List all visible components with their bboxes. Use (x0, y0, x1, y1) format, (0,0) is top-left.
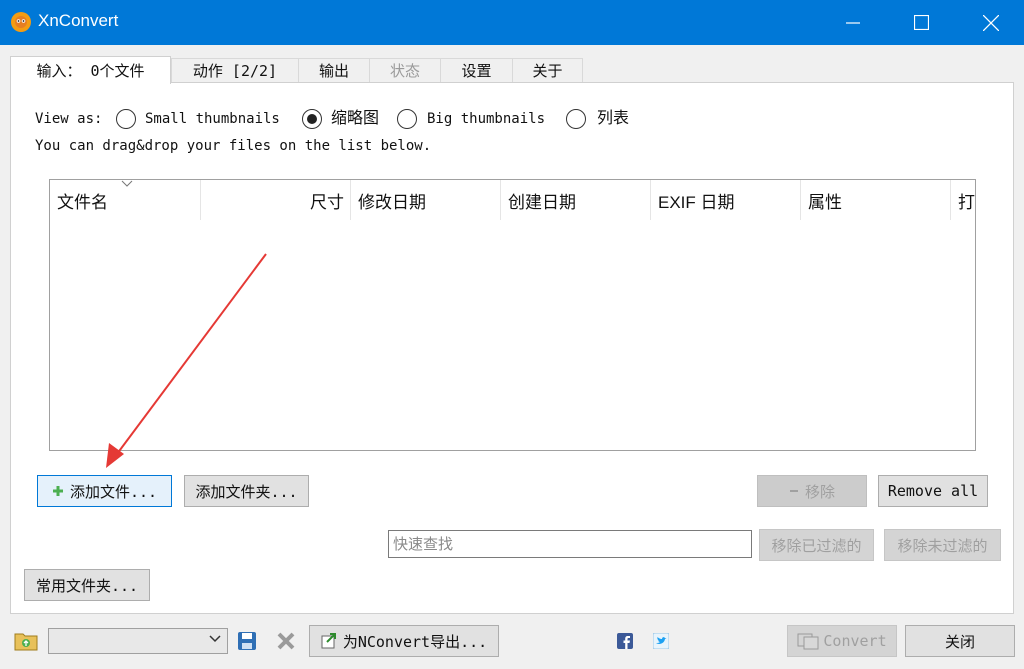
radio-small-thumbnails[interactable] (116, 109, 136, 129)
column-header-created-date[interactable]: 创建日期 (501, 180, 651, 220)
maximize-button[interactable] (886, 0, 956, 45)
option-thumbnails-label[interactable]: 缩略图 (331, 108, 379, 130)
facebook-icon[interactable] (617, 633, 633, 649)
view-as-label: View as: (35, 111, 103, 127)
tab-output[interactable]: 输出 (298, 58, 370, 82)
title-bar: XnConvert (0, 0, 1024, 45)
delete-icon[interactable] (276, 631, 296, 651)
column-header-attributes[interactable]: 属性 (801, 180, 951, 220)
column-header-exif-date[interactable]: EXIF 日期 (651, 180, 801, 220)
add-folder-button[interactable]: 添加文件夹... (184, 475, 309, 507)
column-label: 尺寸 (310, 192, 344, 212)
remove-all-button[interactable]: Remove all (878, 475, 988, 507)
radio-list[interactable] (566, 109, 586, 129)
add-folder-label: 添加文件夹... (195, 482, 298, 501)
convert-label: Convert (823, 632, 887, 650)
twitter-icon[interactable] (653, 633, 669, 649)
close-button[interactable]: 关闭 (905, 625, 1015, 657)
add-files-button[interactable]: 添加文件... (37, 475, 172, 507)
tab-settings[interactable]: 设置 (440, 58, 513, 82)
chevron-down-icon (209, 635, 221, 643)
convert-button[interactable]: Convert (787, 625, 897, 657)
plus-icon (52, 486, 63, 496)
column-label: 文件名 (57, 192, 108, 212)
favorite-folders-label: 常用文件夹... (35, 576, 139, 595)
close-icon (983, 14, 999, 31)
maximize-icon (913, 15, 929, 30)
folder-icon[interactable] (14, 630, 38, 652)
option-list-label[interactable]: 列表 (597, 108, 629, 130)
column-label: 修改日期 (358, 192, 426, 212)
column-label: EXIF 日期 (658, 192, 735, 212)
xnconvert-logo-icon (11, 12, 31, 32)
close-window-button[interactable] (956, 0, 1024, 45)
column-label: 属性 (808, 192, 842, 212)
tab-actions[interactable]: 动作 [2/2] (171, 58, 299, 82)
tab-status[interactable]: 状态 (369, 58, 441, 82)
option-small-thumbnails-label[interactable]: Small thumbnails (145, 108, 280, 130)
file-list[interactable]: 文件名 尺寸 修改日期 创建日期 EXIF 日期 属性 打 (49, 179, 976, 451)
option-big-thumbnails-label[interactable]: Big thumbnails (427, 108, 545, 130)
radio-thumbnails[interactable] (302, 109, 322, 129)
export-nconvert-label: 为NConvert导出... (342, 632, 488, 651)
minimize-button[interactable] (818, 0, 888, 45)
remove-unfiltered-label: 移除未过滤的 (897, 536, 988, 555)
remove-filtered-button[interactable]: 移除已过滤的 (759, 529, 874, 561)
favorite-folders-button[interactable]: 常用文件夹... (24, 569, 150, 601)
column-label: 创建日期 (508, 192, 576, 212)
remove-filtered-label: 移除已过滤的 (771, 536, 862, 555)
window-title: XnConvert (38, 11, 119, 30)
column-header-filename[interactable]: 文件名 (50, 180, 201, 220)
tab-input[interactable]: 输入： 0个文件 (10, 56, 171, 84)
minus-icon (789, 490, 798, 492)
column-header-truncated[interactable]: 打 (951, 180, 975, 220)
add-files-label: 添加文件... (69, 482, 158, 501)
remove-all-label: Remove all (887, 482, 979, 500)
export-icon (321, 633, 336, 649)
export-nconvert-button[interactable]: 为NConvert导出... (309, 625, 499, 657)
input-panel: View as: Small thumbnails 缩略图 Big thumbn… (10, 82, 1014, 614)
column-header-size[interactable]: 尺寸 (201, 180, 351, 220)
profile-dropdown[interactable] (48, 628, 228, 654)
column-header-modified-date[interactable]: 修改日期 (351, 180, 501, 220)
column-label: 打 (958, 192, 975, 212)
tab-about[interactable]: 关于 (512, 58, 583, 82)
convert-icon (797, 633, 819, 650)
remove-unfiltered-button[interactable]: 移除未过滤的 (884, 529, 1001, 561)
close-label: 关闭 (944, 632, 975, 651)
minimize-icon (846, 21, 860, 24)
sort-desc-icon (121, 180, 133, 187)
remove-button[interactable]: 移除 (757, 475, 867, 507)
remove-label: 移除 (804, 482, 835, 501)
save-icon[interactable] (237, 631, 257, 651)
quick-search-input[interactable] (388, 530, 752, 558)
radio-big-thumbnails[interactable] (397, 109, 417, 129)
drag-drop-hint: You can drag&drop your files on the list… (35, 138, 432, 154)
